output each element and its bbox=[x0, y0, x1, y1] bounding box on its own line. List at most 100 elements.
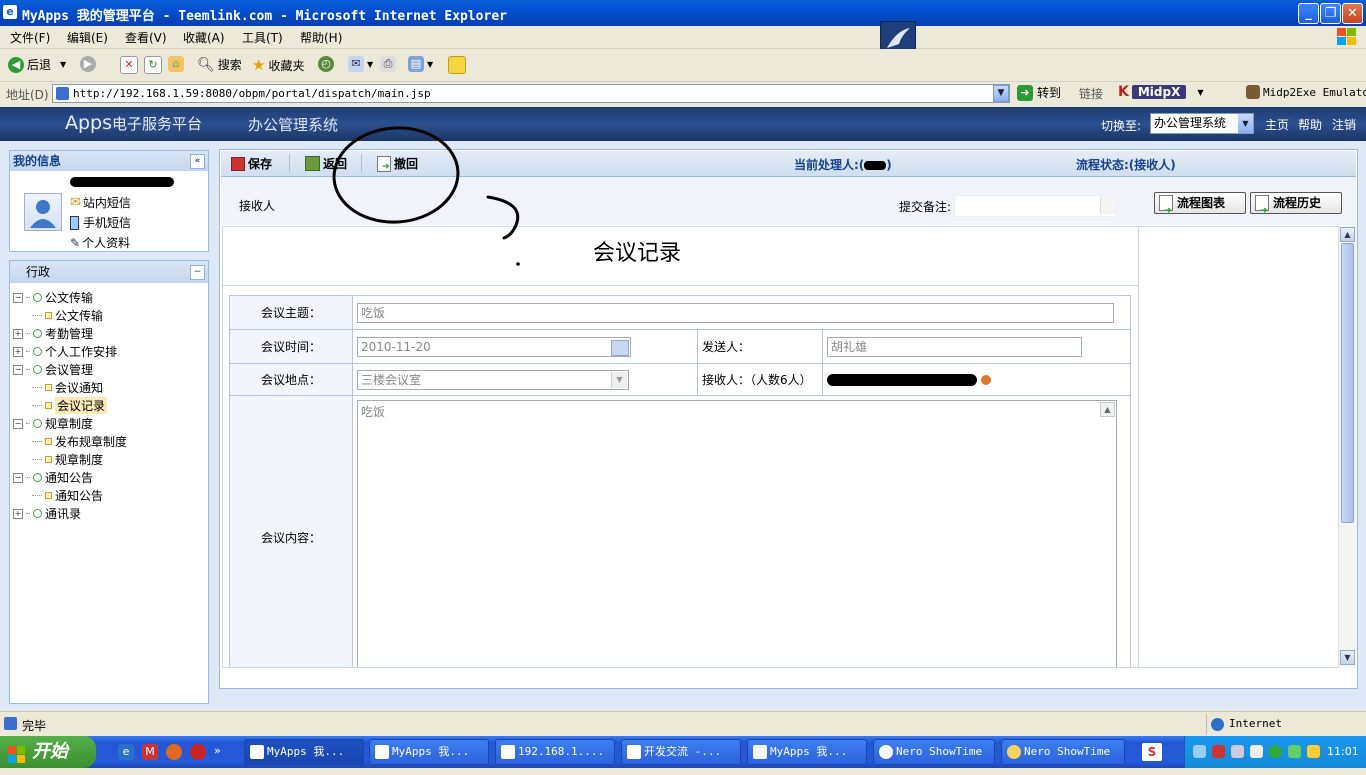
select-user-icon[interactable] bbox=[980, 375, 991, 385]
task-myapps-1[interactable]: MyApps 我... bbox=[244, 739, 364, 765]
window-titlebar[interactable]: e MyApps 我的管理平台 - Teemlink.com - Microso… bbox=[0, 0, 1366, 26]
stop-button[interactable]: ✕ bbox=[120, 56, 138, 74]
tray-volume-icon[interactable] bbox=[1250, 745, 1263, 758]
tree-leaf[interactable]: 公文传输 bbox=[32, 307, 103, 324]
tree-folder[interactable]: + 通讯录 bbox=[13, 505, 81, 522]
firefox-quicklaunch-icon[interactable] bbox=[166, 744, 182, 760]
tree-leaf[interactable]: 会议记录 bbox=[32, 397, 108, 414]
midpx-dropdown-icon[interactable]: ▼ bbox=[1197, 88, 1203, 97]
task-myapps-3[interactable]: MyApps 我... bbox=[747, 739, 867, 765]
time-input[interactable]: 2010-11-20 bbox=[357, 336, 631, 357]
task-dev-chat[interactable]: 开发交流 -... bbox=[621, 739, 741, 765]
mail-dropdown-icon[interactable]: ▼ bbox=[367, 60, 373, 69]
more-quicklaunch-icon[interactable]: » bbox=[214, 744, 221, 760]
collapse-tree-icon[interactable]: − bbox=[190, 265, 205, 280]
tree-folder[interactable]: − 规章制度 bbox=[13, 415, 93, 432]
flow-history-button[interactable]: ➜ 流程历史 bbox=[1250, 192, 1342, 216]
sender-input[interactable]: 胡礼雄 bbox=[827, 336, 1082, 357]
start-button[interactable]: 开始 bbox=[0, 736, 96, 768]
tray-network-icon[interactable] bbox=[1231, 745, 1244, 758]
logout-link[interactable]: 注销 bbox=[1332, 116, 1356, 133]
search-button[interactable]: 🔍︎ 搜索 bbox=[197, 56, 242, 73]
address-dropdown-icon[interactable]: ▼ bbox=[993, 85, 1009, 102]
close-button[interactable]: ✕ bbox=[1342, 3, 1363, 24]
expand-node-icon[interactable]: + bbox=[13, 508, 23, 519]
scroll-down-icon[interactable]: ▼ bbox=[1340, 650, 1355, 665]
tree-leaf[interactable]: 发布规章制度 bbox=[32, 433, 127, 450]
topic-input[interactable]: 吃饭 bbox=[357, 302, 1114, 323]
tree-leaf[interactable]: 会议通知 bbox=[32, 379, 103, 396]
mail-button[interactable]: ✉ ▼ bbox=[348, 56, 373, 72]
home-link[interactable]: 主页 bbox=[1265, 116, 1289, 133]
tree-folder[interactable]: − 会议管理 bbox=[13, 361, 93, 378]
home-button[interactable]: ⌂ bbox=[168, 56, 184, 72]
maximize-button[interactable]: ❐ bbox=[1320, 3, 1341, 24]
sogou-ime-icon[interactable]: S bbox=[1142, 743, 1162, 761]
expand-node-icon[interactable]: + bbox=[13, 328, 23, 339]
favorites-button[interactable]: ★ 收藏夹 bbox=[252, 56, 304, 74]
tree-leaf[interactable]: 通知公告 bbox=[32, 487, 103, 504]
clock: 11:01 bbox=[1327, 745, 1359, 758]
collapse-node-icon[interactable]: − bbox=[13, 292, 23, 303]
mail-quicklaunch-icon[interactable]: M bbox=[142, 744, 158, 760]
ie-quicklaunch-icon[interactable]: e bbox=[118, 744, 134, 760]
collapse-left-icon[interactable]: « bbox=[190, 154, 205, 169]
internal-message-link[interactable]: ✉ 站内短信 bbox=[70, 194, 131, 211]
minimize-button[interactable]: _ bbox=[1298, 3, 1319, 24]
task-myapps-2[interactable]: MyApps 我... bbox=[369, 739, 489, 765]
print-button[interactable]: ⎙ bbox=[380, 56, 396, 72]
tree-folder[interactable]: − 通知公告 bbox=[13, 469, 93, 486]
menu-favorites[interactable]: 收藏(A) bbox=[183, 29, 225, 46]
menu-help[interactable]: 帮助(H) bbox=[300, 29, 342, 46]
vertical-scrollbar[interactable]: ▲ ▼ bbox=[1338, 226, 1357, 668]
edit-button[interactable]: ▤ ▼ bbox=[408, 56, 433, 72]
expand-node-icon[interactable]: + bbox=[13, 346, 23, 357]
task-ip[interactable]: 192.168.1.... bbox=[495, 739, 615, 765]
scroll-up-icon[interactable]: ▲ bbox=[1340, 227, 1355, 242]
tray-security-icon[interactable] bbox=[1212, 745, 1225, 758]
midpx-toolbar-button[interactable]: K MidpX ▼ bbox=[1118, 84, 1204, 100]
refresh-button[interactable]: ↻ bbox=[144, 56, 162, 74]
scroll-thumb[interactable] bbox=[1341, 243, 1354, 523]
tree-folder[interactable]: + 考勤管理 bbox=[13, 325, 93, 342]
links-label[interactable]: 链接 bbox=[1079, 85, 1103, 102]
place-select[interactable]: 三楼会议室 ▼ bbox=[357, 369, 629, 390]
task-nero-2[interactable]: Nero ShowTime bbox=[1001, 739, 1125, 765]
menu-view[interactable]: 查看(V) bbox=[125, 29, 167, 46]
opera-quicklaunch-icon[interactable] bbox=[190, 744, 206, 760]
address-input[interactable]: http://192.168.1.59:8080/obpm/portal/dis… bbox=[52, 84, 1010, 103]
collapse-node-icon[interactable]: − bbox=[13, 364, 23, 375]
collapse-node-icon[interactable]: − bbox=[13, 472, 23, 483]
back-button[interactable]: ◀ 后退 ▼ bbox=[8, 56, 66, 73]
edit-dropdown-icon[interactable]: ▼ bbox=[427, 60, 433, 69]
remark-input[interactable] bbox=[954, 195, 1116, 217]
menu-tools[interactable]: 工具(T) bbox=[242, 29, 283, 46]
forward-button[interactable]: ▶ bbox=[80, 56, 96, 72]
back-dropdown-icon[interactable]: ▼ bbox=[60, 60, 66, 69]
tray-app-icon[interactable] bbox=[1193, 745, 1206, 758]
help-link[interactable]: 帮助 bbox=[1298, 116, 1322, 133]
tree-leaf[interactable]: 规章制度 bbox=[32, 451, 103, 468]
messenger-button[interactable] bbox=[448, 56, 466, 74]
calendar-icon[interactable] bbox=[611, 339, 629, 356]
content-textarea[interactable]: 吃饭 ▲ bbox=[357, 400, 1117, 667]
tree-folder[interactable]: + 个人工作安排 bbox=[13, 343, 117, 360]
flow-chart-button[interactable]: ➜ 流程图表 bbox=[1154, 192, 1246, 216]
tray-shield-icon[interactable] bbox=[1269, 745, 1282, 758]
menu-edit[interactable]: 编辑(E) bbox=[67, 29, 108, 46]
history-button[interactable]: ◴ bbox=[318, 56, 334, 72]
go-button[interactable]: ➜ 转到 bbox=[1017, 84, 1061, 101]
menu-file[interactable]: 文件(F) bbox=[10, 29, 50, 46]
textarea-scroll-up-icon[interactable]: ▲ bbox=[1100, 402, 1115, 417]
save-button[interactable]: 保存 bbox=[231, 155, 272, 172]
task-nero-1[interactable]: Nero ShowTime bbox=[873, 739, 995, 765]
mobile-message-link[interactable]: 手机短信 bbox=[70, 214, 131, 231]
collapse-node-icon[interactable]: − bbox=[13, 418, 23, 429]
remark-spinner[interactable] bbox=[1100, 196, 1115, 214]
tray-antivirus-icon[interactable] bbox=[1288, 745, 1301, 758]
tree-folder[interactable]: − 公文传输 bbox=[13, 289, 93, 306]
system-switch-select[interactable]: 办公管理系统 ▼ bbox=[1150, 113, 1254, 134]
profile-link[interactable]: ✎ 个人资料 bbox=[70, 234, 130, 251]
midp2exe-toolbar-button[interactable]: Midp2Exe Emulato bbox=[1246, 85, 1366, 99]
tray-update-icon[interactable] bbox=[1307, 745, 1320, 758]
